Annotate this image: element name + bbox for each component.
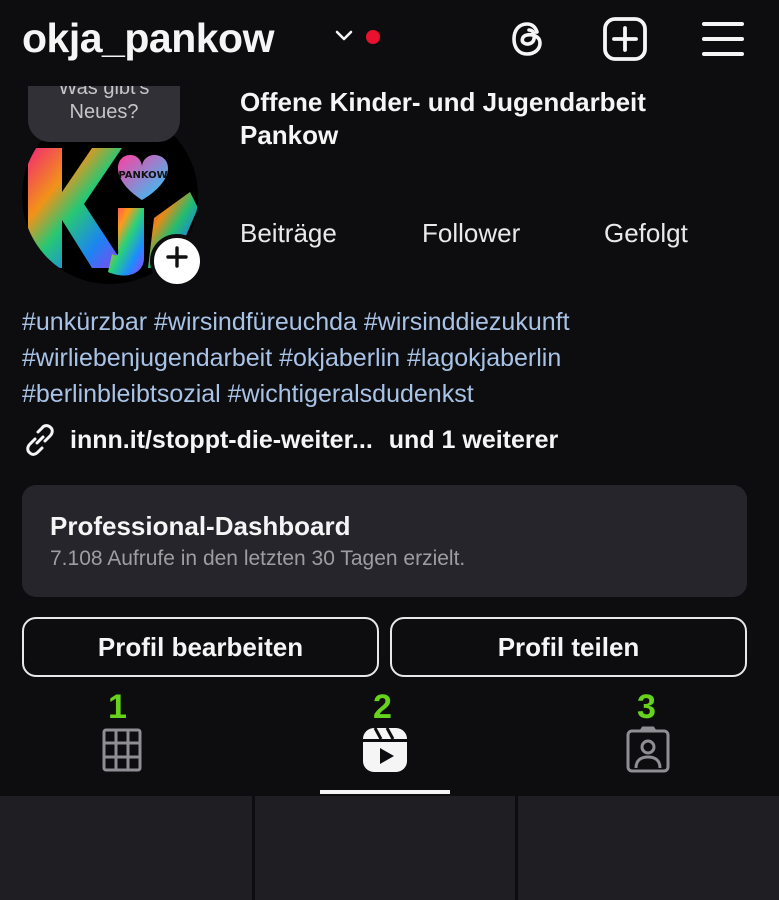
profile-link-row[interactable]: innn.it/stoppt-die-weiter... und 1 weite…: [22, 420, 558, 460]
tab-posts-grid[interactable]: [98, 726, 146, 774]
marker-3: 3: [637, 688, 656, 726]
marker-1: 1: [108, 688, 127, 726]
full-name-line-2: Pankow: [240, 120, 339, 150]
tagged-icon: [626, 726, 670, 773]
bio-hashtags[interactable]: #unkürzbar #wirsindfüreuchda #wirsinddie…: [22, 304, 762, 412]
tab-reels[interactable]: [361, 726, 409, 774]
reels-icon: [363, 727, 407, 772]
avatar-text: PANKOW: [118, 170, 167, 181]
plus-icon: [166, 246, 188, 268]
dashboard-subtitle: 7.108 Aufrufe in den letzten 30 Tagen er…: [50, 547, 466, 570]
username-title[interactable]: okja_pankow: [22, 12, 274, 64]
bio-line-1[interactable]: #unkürzbar #wirsindfüreuchda #wirsinddie…: [22, 304, 762, 340]
chevron-down-icon[interactable]: [332, 24, 356, 48]
grid-divider: [252, 796, 255, 900]
dashboard-title: Professional-Dashboard: [50, 511, 351, 541]
professional-dashboard[interactable]: Professional-Dashboard 7.108 Aufrufe in …: [22, 485, 747, 597]
note-bubble[interactable]: Was gibt's Neues?: [28, 86, 180, 142]
share-profile-button[interactable]: Profil teilen: [390, 617, 747, 677]
grid-icon: [102, 728, 142, 772]
stat-following[interactable]: Gefolgt: [604, 218, 688, 249]
bio-line-2[interactable]: #wirliebenjugendarbeit #okjaberlin #lago…: [22, 340, 762, 376]
marker-2: 2: [373, 688, 392, 726]
notification-dot: [366, 30, 380, 44]
menu-icon[interactable]: [699, 15, 747, 63]
note-line-2: Neues?: [69, 101, 139, 123]
add-story-button[interactable]: [150, 234, 204, 288]
link-icon: [26, 424, 54, 456]
more-links[interactable]: und 1 weiterer: [389, 426, 559, 455]
stat-followers[interactable]: Follower: [422, 218, 520, 249]
threads-icon[interactable]: [504, 15, 552, 63]
note-line-1: Was gibt's: [58, 86, 150, 99]
profile-link[interactable]: innn.it/stoppt-die-weiter...: [70, 426, 373, 455]
tab-tagged[interactable]: [624, 726, 672, 774]
create-post-icon[interactable]: [601, 15, 649, 63]
profile-full-name: Offene Kinder- und Jugendarbeit Pankow: [240, 86, 740, 152]
edit-profile-button[interactable]: Profil bearbeiten: [22, 617, 379, 677]
stat-posts[interactable]: Beiträge: [240, 218, 337, 249]
full-name-line-1: Offene Kinder- und Jugendarbeit: [240, 87, 646, 117]
active-tab-indicator: [320, 790, 450, 794]
bio-line-3[interactable]: #berlinbleibtsozial #wichtigeralsdudenks…: [22, 376, 762, 412]
reels-grid: [0, 796, 779, 900]
grid-divider: [515, 796, 518, 900]
